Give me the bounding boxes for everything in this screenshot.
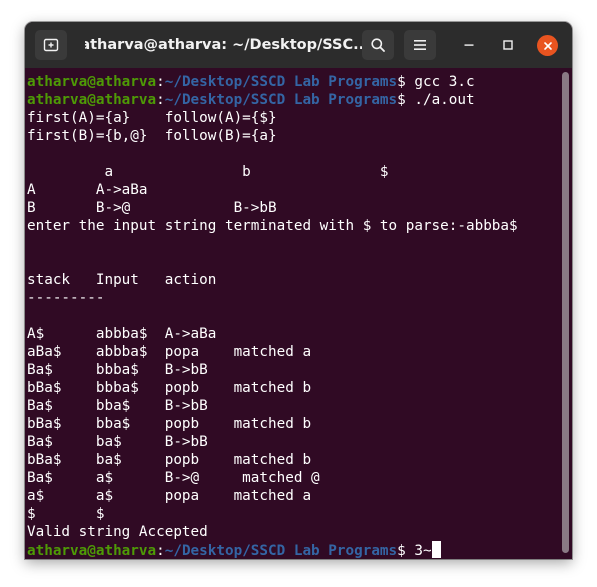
title-bar: atharva@atharva: ~/Desktop/SSC... [25,22,572,68]
output-line: first(A)={a} follow(A)={$} [27,110,277,126]
output-line: bBa$ ba$ popb matched b [27,452,312,468]
prompt-line: atharva@atharva:~/Desktop/SSCD Lab Progr… [27,73,558,91]
prompt-user: atharva@atharva [27,74,157,90]
menu-button[interactable] [404,30,436,60]
prompt-user: atharva@atharva [27,92,157,108]
new-tab-icon [43,38,59,52]
output-line: B B->@ B->bB [27,200,277,216]
minimize-button[interactable] [459,35,479,55]
output-line: Ba$ ba$ B->bB [27,434,208,450]
output-line: Valid string Accepted [27,524,208,540]
terminal-window: atharva@atharva: ~/Desktop/SSC... atharv… [25,22,572,559]
close-icon [543,41,552,50]
maximize-icon [503,40,513,50]
output-line: --------- [27,290,105,306]
prompt-symbol: $ [397,543,406,559]
output-line: Ba$ bba$ B->bB [27,398,208,414]
minimize-icon [464,44,474,46]
text-cursor [431,541,441,558]
prompt-user: atharva@atharva [27,543,157,559]
command-text: gcc 3.c [405,74,475,90]
output-line: stack Input action [27,272,217,288]
window-title: atharva@atharva: ~/Desktop/SSC... [85,37,365,53]
prompt-line: atharva@atharva:~/Desktop/SSCD Lab Progr… [27,541,558,559]
hamburger-menu-icon [414,40,426,50]
search-button[interactable] [362,30,394,60]
output-line: a b $ [27,164,389,180]
prompt-path: ~/Desktop/SSCD Lab Programs [164,74,398,90]
close-button[interactable] [537,35,558,56]
output-line: Ba$ bbba$ B->bB [27,362,208,378]
output-line: first(B)={b,@} follow(B)={a} [27,128,277,144]
scrollbar-thumb[interactable] [562,72,569,553]
prompt-symbol: $ [397,92,406,108]
terminal-output-area[interactable]: atharva@atharva:~/Desktop/SSCD Lab Progr… [27,73,558,559]
new-tab-button[interactable] [35,30,67,60]
prompt-path: ~/Desktop/SSCD Lab Programs [164,543,398,559]
command-text: ./a.out [405,92,475,108]
output-line: bBa$ bbba$ popb matched b [27,380,312,396]
prompt-separator: : [156,74,165,90]
output-line: bBa$ bba$ popb matched b [27,416,312,432]
output-line: aBa$ abbba$ popa matched a [27,344,312,360]
output-line: A$ abbba$ A->aBa [27,326,217,342]
command-input[interactable]: 3~ [406,543,431,559]
output-line: a$ a$ popa matched a [27,488,312,504]
output-line: A A->aBa [27,182,148,198]
search-icon [371,38,385,52]
maximize-button[interactable] [498,35,518,55]
output-line: Ba$ a$ B->@ matched @ [27,470,320,486]
prompt-symbol: $ [397,74,406,90]
output-line: $ $ [27,506,105,522]
output-line: enter the input string terminated with $… [27,218,518,234]
prompt-line: atharva@atharva:~/Desktop/SSCD Lab Progr… [27,91,558,109]
prompt-path: ~/Desktop/SSCD Lab Programs [164,92,398,108]
scrollbar[interactable] [562,72,569,553]
prompt-separator: : [156,92,165,108]
prompt-separator: : [156,543,165,559]
